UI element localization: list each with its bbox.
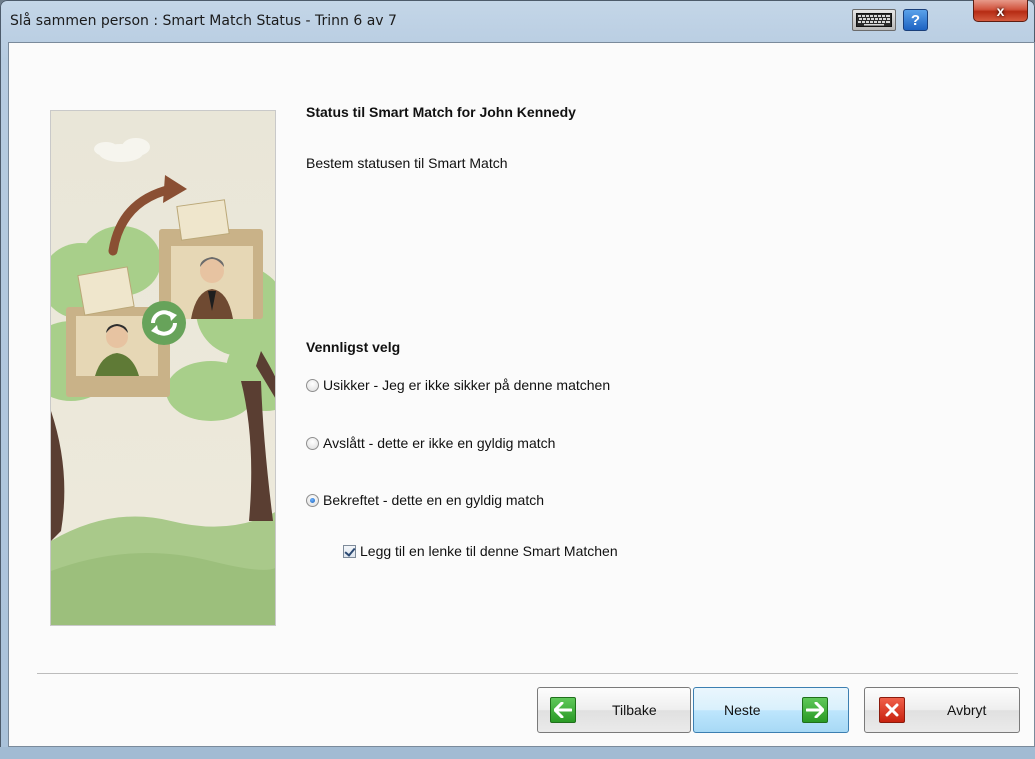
choose-label: Vennligst velg: [306, 339, 401, 355]
dialog-window: Slå sammen person : Smart Match Status -…: [0, 0, 1035, 759]
close-button[interactable]: x: [973, 0, 1028, 22]
smart-match-illustration: [50, 110, 276, 626]
window-title: Slå sammen person : Smart Match Status -…: [10, 13, 397, 29]
illustration-graphic: [51, 111, 275, 625]
option-confirmed[interactable]: Bekreftet - dette en en gyldig match: [306, 490, 544, 510]
help-icon[interactable]: ?: [903, 9, 928, 31]
keyboard-glyph: [856, 13, 892, 27]
next-button-label: Neste: [724, 702, 761, 718]
link-checkbox-label: Legg til en lenke til denne Smart Matche…: [360, 543, 618, 559]
arrow-left-icon: [550, 697, 576, 723]
title-bar[interactable]: Slå sammen person : Smart Match Status -…: [0, 0, 1035, 42]
option-uncertain[interactable]: Usikker - Jeg er ikke sikker på denne ma…: [306, 375, 610, 395]
next-button[interactable]: Neste: [693, 687, 849, 733]
page-description: Bestem statusen til Smart Match: [306, 155, 508, 171]
back-button[interactable]: Tilbake: [537, 687, 691, 733]
page-heading: Status til Smart Match for John Kennedy: [306, 104, 576, 120]
option-uncertain-label: Usikker - Jeg er ikke sikker på denne ma…: [323, 377, 611, 393]
radio-rejected[interactable]: [306, 436, 319, 450]
close-icon: x: [996, 2, 1005, 19]
option-rejected[interactable]: Avslått - dette er ikke en gyldig match: [306, 433, 555, 453]
footer-divider: [37, 673, 1018, 674]
option-confirmed-label: Bekreftet - dette en en gyldig match: [323, 492, 545, 508]
keyboard-icon[interactable]: [852, 9, 896, 31]
window-bottom-frame: [0, 747, 1035, 759]
cancel-button[interactable]: Avbryt: [864, 687, 1020, 733]
back-button-label: Tilbake: [612, 702, 657, 718]
x-icon: [879, 697, 905, 723]
arrow-right-icon: [802, 697, 828, 723]
link-checkbox-row[interactable]: Legg til en lenke til denne Smart Matche…: [343, 541, 618, 561]
person-right: [171, 246, 253, 319]
link-checkbox[interactable]: [343, 544, 356, 558]
radio-uncertain[interactable]: [306, 378, 319, 392]
radio-confirmed[interactable]: [306, 493, 319, 507]
option-rejected-label: Avslått - dette er ikke en gyldig match: [323, 435, 556, 451]
cancel-button-label: Avbryt: [947, 702, 987, 718]
